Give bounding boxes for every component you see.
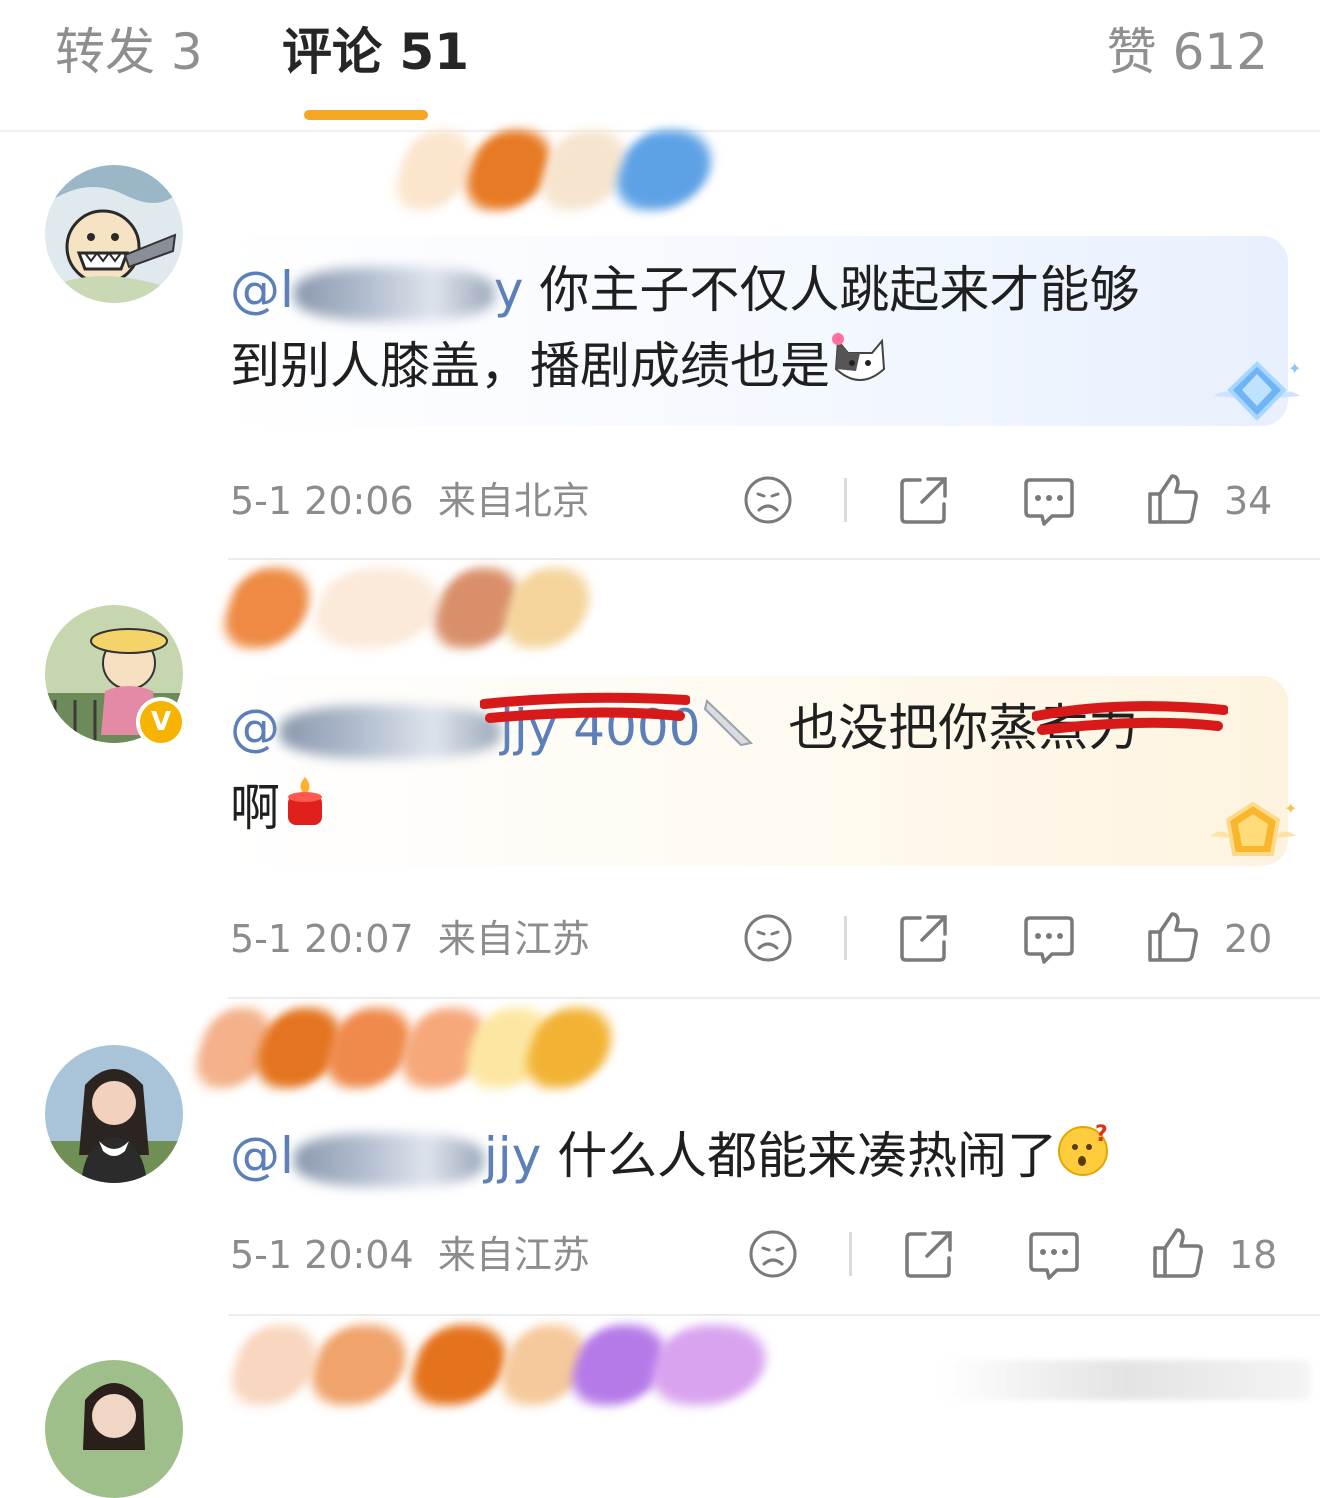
weibo-watermark [940,1360,1310,1400]
comment-item [0,0,1320,1498]
avatar[interactable] [45,1360,183,1498]
username-blurred[interactable] [222,1325,795,1415]
